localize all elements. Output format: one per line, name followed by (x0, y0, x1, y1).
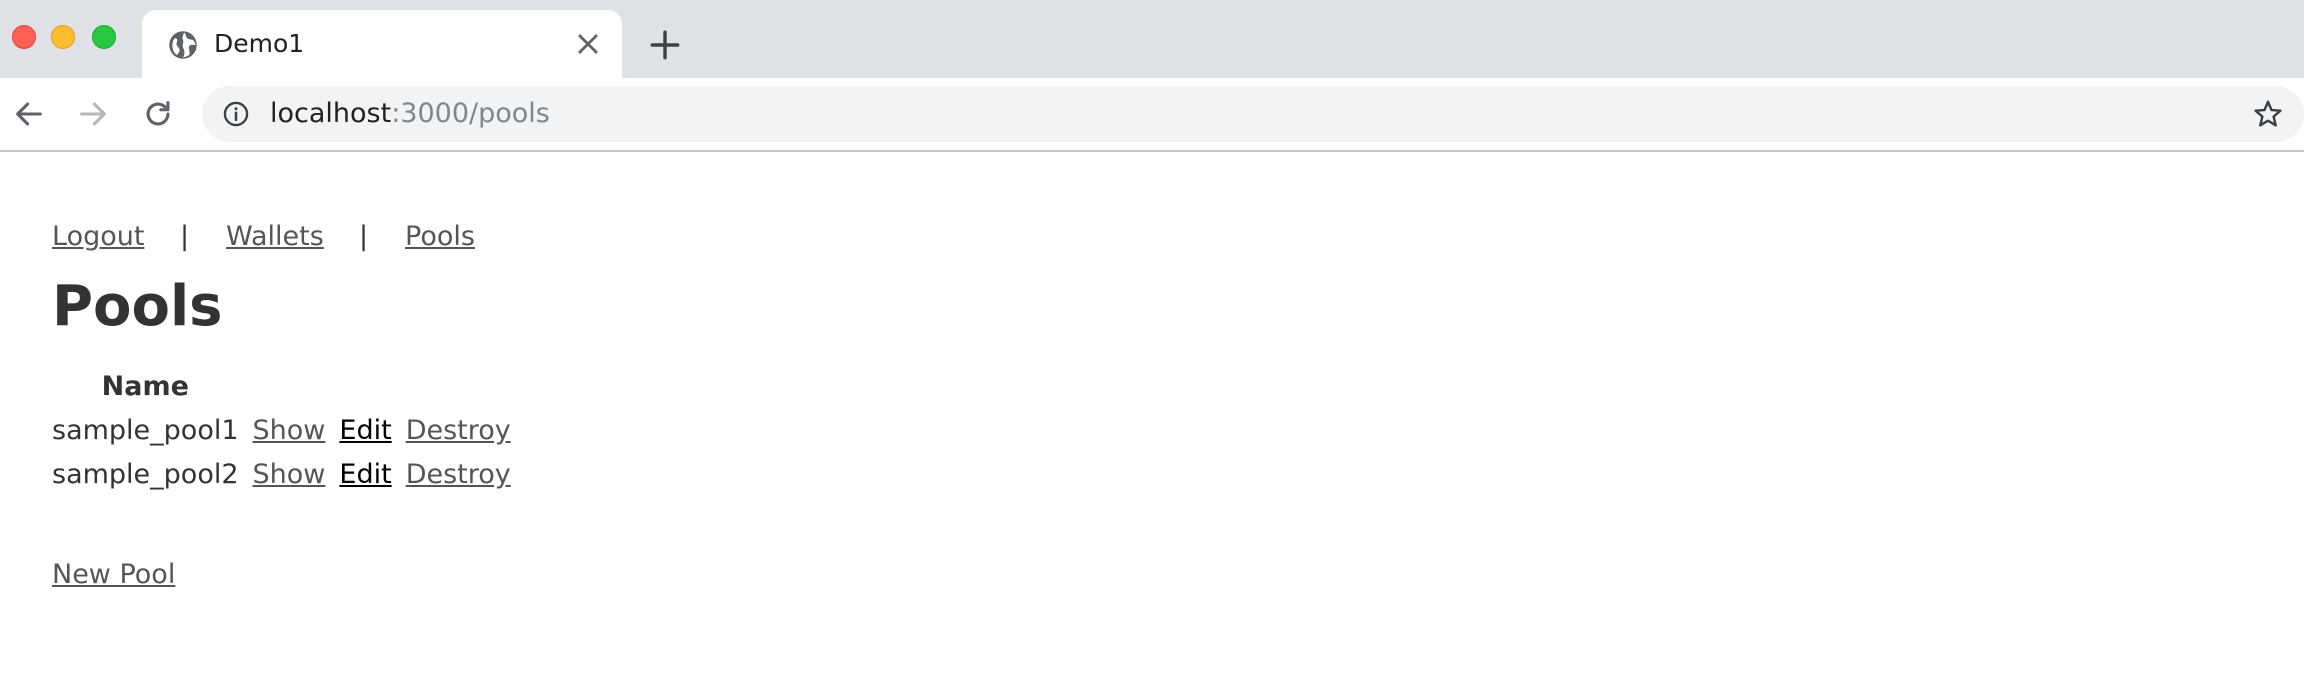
table-row: sample_pool1 Show Edit Destroy (52, 414, 511, 448)
pool-name: sample_pool1 (52, 415, 239, 446)
url-path: :3000/pools (391, 98, 550, 129)
destroy-link[interactable]: Destroy (406, 459, 511, 490)
pools-link[interactable]: Pools (405, 220, 475, 254)
edit-link[interactable]: Edit (339, 415, 391, 446)
page-title: Pools (52, 274, 223, 339)
window-close-button[interactable] (12, 25, 36, 49)
plus-icon[interactable] (648, 28, 682, 62)
info-icon[interactable] (222, 100, 250, 128)
nav-separator: | (359, 221, 369, 252)
table-header-row: Name (52, 370, 511, 404)
tab-title: Demo1 (214, 29, 305, 58)
show-link[interactable]: Show (253, 415, 326, 446)
browser-toolbar: localhost:3000/pools (0, 78, 2304, 152)
back-arrow-icon[interactable] (12, 97, 46, 131)
page-content: Logout | Wallets | Pools Pools Name samp… (0, 154, 2304, 696)
window-minimize-button[interactable] (51, 25, 75, 49)
address-bar[interactable]: localhost:3000/pools (202, 86, 2304, 142)
edit-link[interactable]: Edit (339, 459, 391, 490)
logout-link[interactable]: Logout (52, 220, 144, 254)
forward-arrow-icon[interactable] (76, 97, 110, 131)
wallets-link[interactable]: Wallets (226, 220, 324, 254)
close-icon[interactable] (574, 30, 602, 58)
show-link[interactable]: Show (253, 459, 326, 490)
new-pool-link[interactable]: New Pool (52, 558, 175, 592)
star-icon[interactable] (2252, 98, 2284, 130)
browser-tab[interactable]: Demo1 (142, 10, 622, 78)
browser-tab-bar: Demo1 (0, 0, 2304, 78)
destroy-link[interactable]: Destroy (406, 415, 511, 446)
url-host: localhost (270, 98, 392, 129)
nav-separator: | (180, 221, 190, 252)
column-header-name: Name (101, 371, 189, 402)
reload-icon[interactable] (141, 97, 175, 131)
pools-table: Name sample_pool1 Show Edit Destroy samp… (38, 360, 525, 502)
url-text[interactable]: localhost:3000/pools (270, 97, 550, 131)
globe-icon (169, 31, 197, 59)
window-maximize-button[interactable] (92, 25, 116, 49)
pool-name: sample_pool2 (52, 459, 239, 490)
table-row: sample_pool2 Show Edit Destroy (52, 458, 511, 492)
